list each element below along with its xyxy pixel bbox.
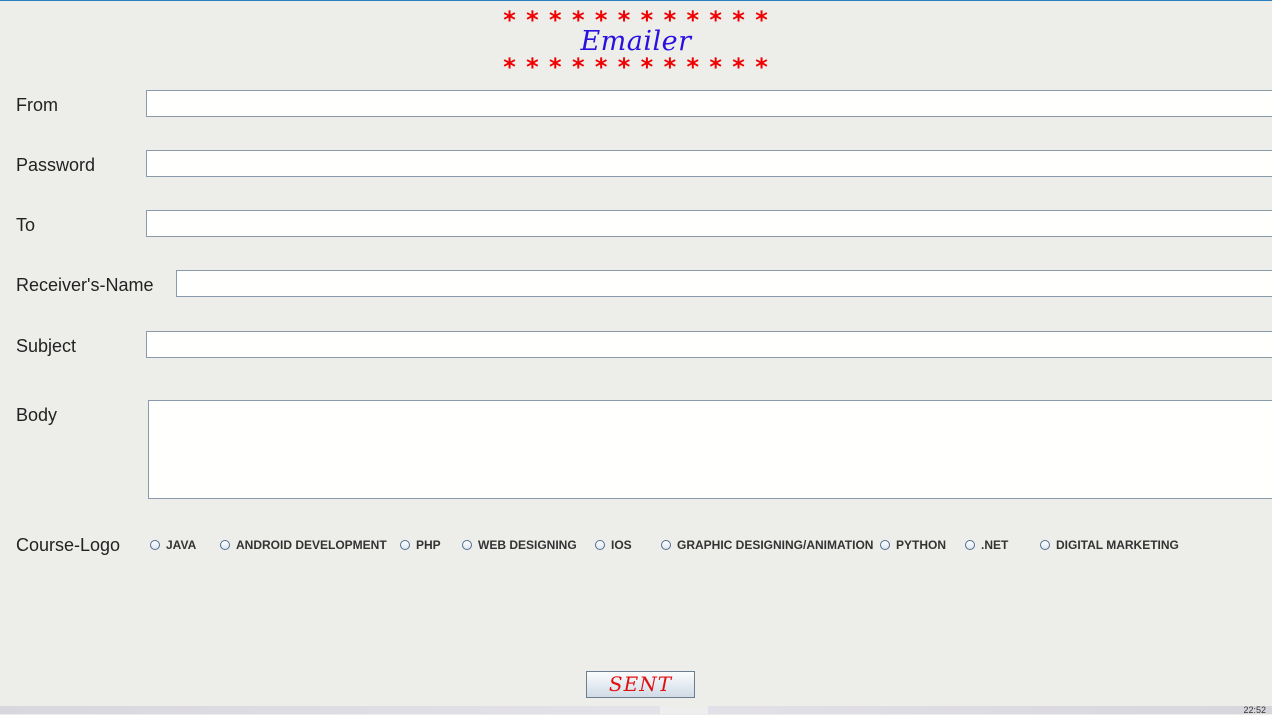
radio-label: IOS <box>611 538 632 552</box>
radio-circle-icon[interactable] <box>400 540 410 550</box>
radio-label: GRAPHIC DESIGNING/ANIMATION <box>677 538 874 552</box>
radio-circle-icon[interactable] <box>462 540 472 550</box>
radio-label: WEB DESIGNING <box>478 538 577 552</box>
radio-web-designing[interactable]: WEB DESIGNING <box>462 538 577 552</box>
to-label: To <box>16 215 36 235</box>
radio-label: .NET <box>981 538 1009 552</box>
radio-label: JAVA <box>166 538 197 552</box>
password-field[interactable] <box>146 150 1272 177</box>
radio-graphic-designing-animation[interactable]: GRAPHIC DESIGNING/ANIMATION <box>661 538 873 552</box>
to-field[interactable] <box>146 210 1272 237</box>
radio-python[interactable]: PYTHON <box>880 538 946 552</box>
radio-circle-icon[interactable] <box>595 540 605 550</box>
send-button[interactable]: SENT <box>586 671 695 698</box>
body-label: Body <box>16 405 58 425</box>
receiver-name-label: Receiver's-Name <box>16 275 154 295</box>
radio-label: PYTHON <box>896 538 947 552</box>
radio-label: DIGITAL MARKETING <box>1056 538 1179 552</box>
taskbar: 22:52 <box>0 706 1272 715</box>
password-label: Password <box>16 155 96 175</box>
radio-ios[interactable]: IOS <box>595 538 632 552</box>
radio-circle-icon[interactable] <box>150 540 160 550</box>
from-label: From <box>16 95 58 115</box>
radio-dotnet[interactable]: .NET <box>965 538 1008 552</box>
body-textarea[interactable] <box>148 400 1272 499</box>
header-stars-bottom: * * * * * * * * * * * * <box>503 53 769 81</box>
radio-android-development[interactable]: ANDROID DEVELOPMENT <box>220 538 387 552</box>
radio-circle-icon[interactable] <box>965 540 975 550</box>
radio-digital-marketing[interactable]: DIGITAL MARKETING <box>1040 538 1179 552</box>
taskbar-item[interactable] <box>660 706 708 714</box>
window-top-border <box>0 0 1272 1</box>
from-field[interactable] <box>146 90 1272 117</box>
subject-field[interactable] <box>146 331 1272 358</box>
radio-circle-icon[interactable] <box>1040 540 1050 550</box>
radio-label: ANDROID DEVELOPMENT <box>236 538 387 552</box>
radio-circle-icon[interactable] <box>880 540 890 550</box>
subject-label: Subject <box>16 336 77 356</box>
radio-java[interactable]: JAVA <box>150 538 196 552</box>
radio-php[interactable]: PHP <box>400 538 441 552</box>
radio-circle-icon[interactable] <box>661 540 671 550</box>
radio-label: PHP <box>416 538 441 552</box>
receiver-name-field[interactable] <box>176 270 1272 297</box>
course-logo-label: Course-Logo <box>16 535 121 555</box>
radio-circle-icon[interactable] <box>220 540 230 550</box>
